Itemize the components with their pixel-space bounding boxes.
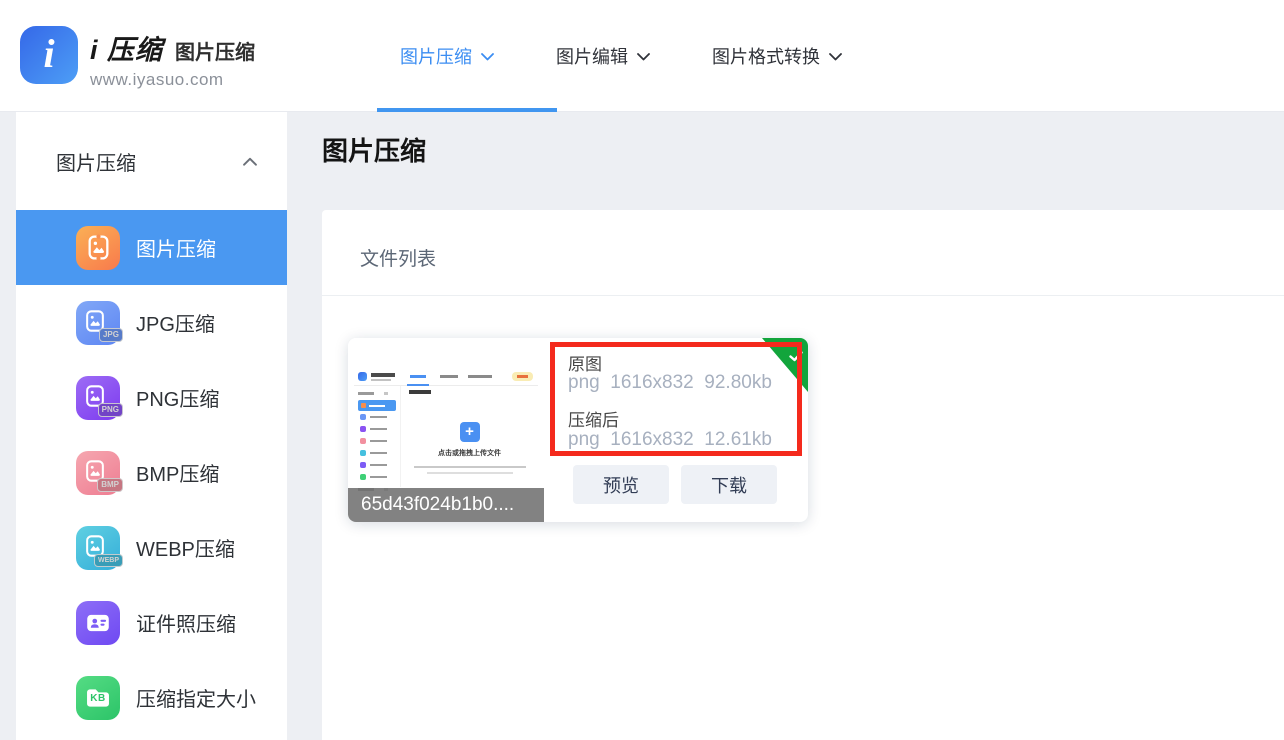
brand-name: i 压缩	[90, 28, 163, 67]
format-badge: JPG	[99, 328, 123, 342]
bmp-compress-icon: BMP	[76, 451, 120, 495]
kb-folder-icon: KB	[76, 676, 120, 720]
format-badge: WEBP	[94, 554, 123, 567]
brand-text: i 压缩 图片压缩 www.iyasuo.com	[90, 26, 255, 90]
nav-item-label: 图片编辑	[556, 43, 628, 69]
nav-item-image-edit[interactable]: 图片编辑	[556, 43, 650, 69]
sidebar-item-jpg-compress[interactable]: JPG JPG压缩	[16, 285, 287, 360]
panel-title: 文件列表	[360, 244, 436, 271]
nav-item-format-convert[interactable]: 图片格式转换	[712, 43, 842, 69]
download-button[interactable]: 下载	[681, 465, 777, 504]
sidebar: 图片压缩 图片压缩	[16, 112, 287, 740]
sidebar-item-label: 图片压缩	[136, 233, 216, 262]
chevron-down-icon	[829, 53, 842, 61]
file-card: + 点击或拖拽上传文件 65d43f024b1b0.... 原图 png 161…	[348, 338, 808, 522]
preview-button[interactable]: 预览	[573, 465, 669, 504]
top-nav: 图片压缩 图片编辑 图片格式转换	[400, 0, 842, 112]
png-compress-icon: PNG	[76, 376, 120, 420]
panel-divider	[322, 295, 1284, 296]
id-photo-icon	[76, 601, 120, 645]
format-badge: BMP	[97, 478, 123, 492]
thumbnail-mini-badge	[512, 372, 533, 381]
sidebar-item-compress-to-size[interactable]: KB 压缩指定大小	[16, 660, 287, 735]
sidebar-group-header[interactable]: 图片压缩	[16, 112, 287, 210]
sidebar-items: 图片压缩 JPG JPG压缩	[16, 210, 287, 735]
compressed-label: 压缩后	[568, 406, 619, 431]
chevron-down-icon	[637, 53, 650, 61]
check-icon	[789, 351, 803, 362]
logo-letter: i	[43, 34, 54, 74]
format-badge: PNG	[98, 403, 123, 417]
page-title: 图片压缩	[322, 131, 426, 168]
thumbnail-mini-screenshot: + 点击或拖拽上传文件	[354, 368, 538, 488]
sidebar-item-webp-compress[interactable]: WEBP WEBP压缩	[16, 510, 287, 585]
brand-logo[interactable]: i i 压缩 图片压缩 www.iyasuo.com	[20, 26, 255, 90]
file-name: 65d43f024b1b0....	[348, 488, 544, 522]
sidebar-item-label: JPG压缩	[136, 308, 215, 337]
webp-compress-icon: WEBP	[76, 526, 120, 570]
nav-item-label: 图片压缩	[400, 43, 472, 69]
photo-compress-icon	[76, 226, 120, 270]
sidebar-item-png-compress[interactable]: PNG PNG压缩	[16, 360, 287, 435]
sidebar-item-label: PNG压缩	[136, 383, 219, 412]
thumbnail-mini-header	[354, 368, 538, 386]
sidebar-item-label: 证件照压缩	[136, 608, 236, 637]
app-window: i i 压缩 图片压缩 www.iyasuo.com 图片压缩 图片编辑 图片格…	[0, 0, 1284, 740]
thumbnail-mini-active-item	[358, 400, 396, 411]
sidebar-item-label: WEBP压缩	[136, 533, 235, 562]
sidebar-group-title: 图片压缩	[56, 147, 136, 176]
active-tab-underline	[377, 108, 557, 112]
file-thumbnail[interactable]: + 点击或拖拽上传文件 65d43f024b1b0....	[348, 338, 544, 522]
original-info: png 1616x832 92.80kb	[568, 372, 772, 394]
sidebar-item-id-photo-compress[interactable]: 证件照压缩	[16, 585, 287, 660]
sidebar-item-image-compress[interactable]: 图片压缩	[16, 210, 287, 285]
thumbnail-upload-text: 点击或拖拽上传文件	[401, 448, 538, 458]
brand-site-url: www.iyasuo.com	[90, 70, 255, 90]
file-list-panel: 文件列表	[322, 210, 1284, 740]
chevron-down-icon	[481, 53, 494, 61]
chevron-up-icon	[243, 157, 257, 166]
logo-icon: i	[20, 26, 78, 84]
sidebar-item-label: BMP压缩	[136, 458, 219, 487]
nav-item-label: 图片格式转换	[712, 43, 820, 69]
jpg-compress-icon: JPG	[76, 301, 120, 345]
brand-product: 图片压缩	[175, 36, 255, 65]
thumbnail-mini-body: + 点击或拖拽上传文件	[354, 386, 538, 487]
compressed-info: png 1616x832 12.61kb	[568, 429, 772, 451]
header: i i 压缩 图片压缩 www.iyasuo.com 图片压缩 图片编辑 图片格…	[0, 0, 1284, 112]
nav-item-image-compress[interactable]: 图片压缩	[400, 43, 494, 69]
sidebar-item-label: 压缩指定大小	[136, 683, 256, 712]
kb-badge: KB	[76, 693, 120, 704]
thumbnail-mini-plus-icon: +	[460, 422, 480, 442]
sidebar-item-bmp-compress[interactable]: BMP BMP压缩	[16, 435, 287, 510]
